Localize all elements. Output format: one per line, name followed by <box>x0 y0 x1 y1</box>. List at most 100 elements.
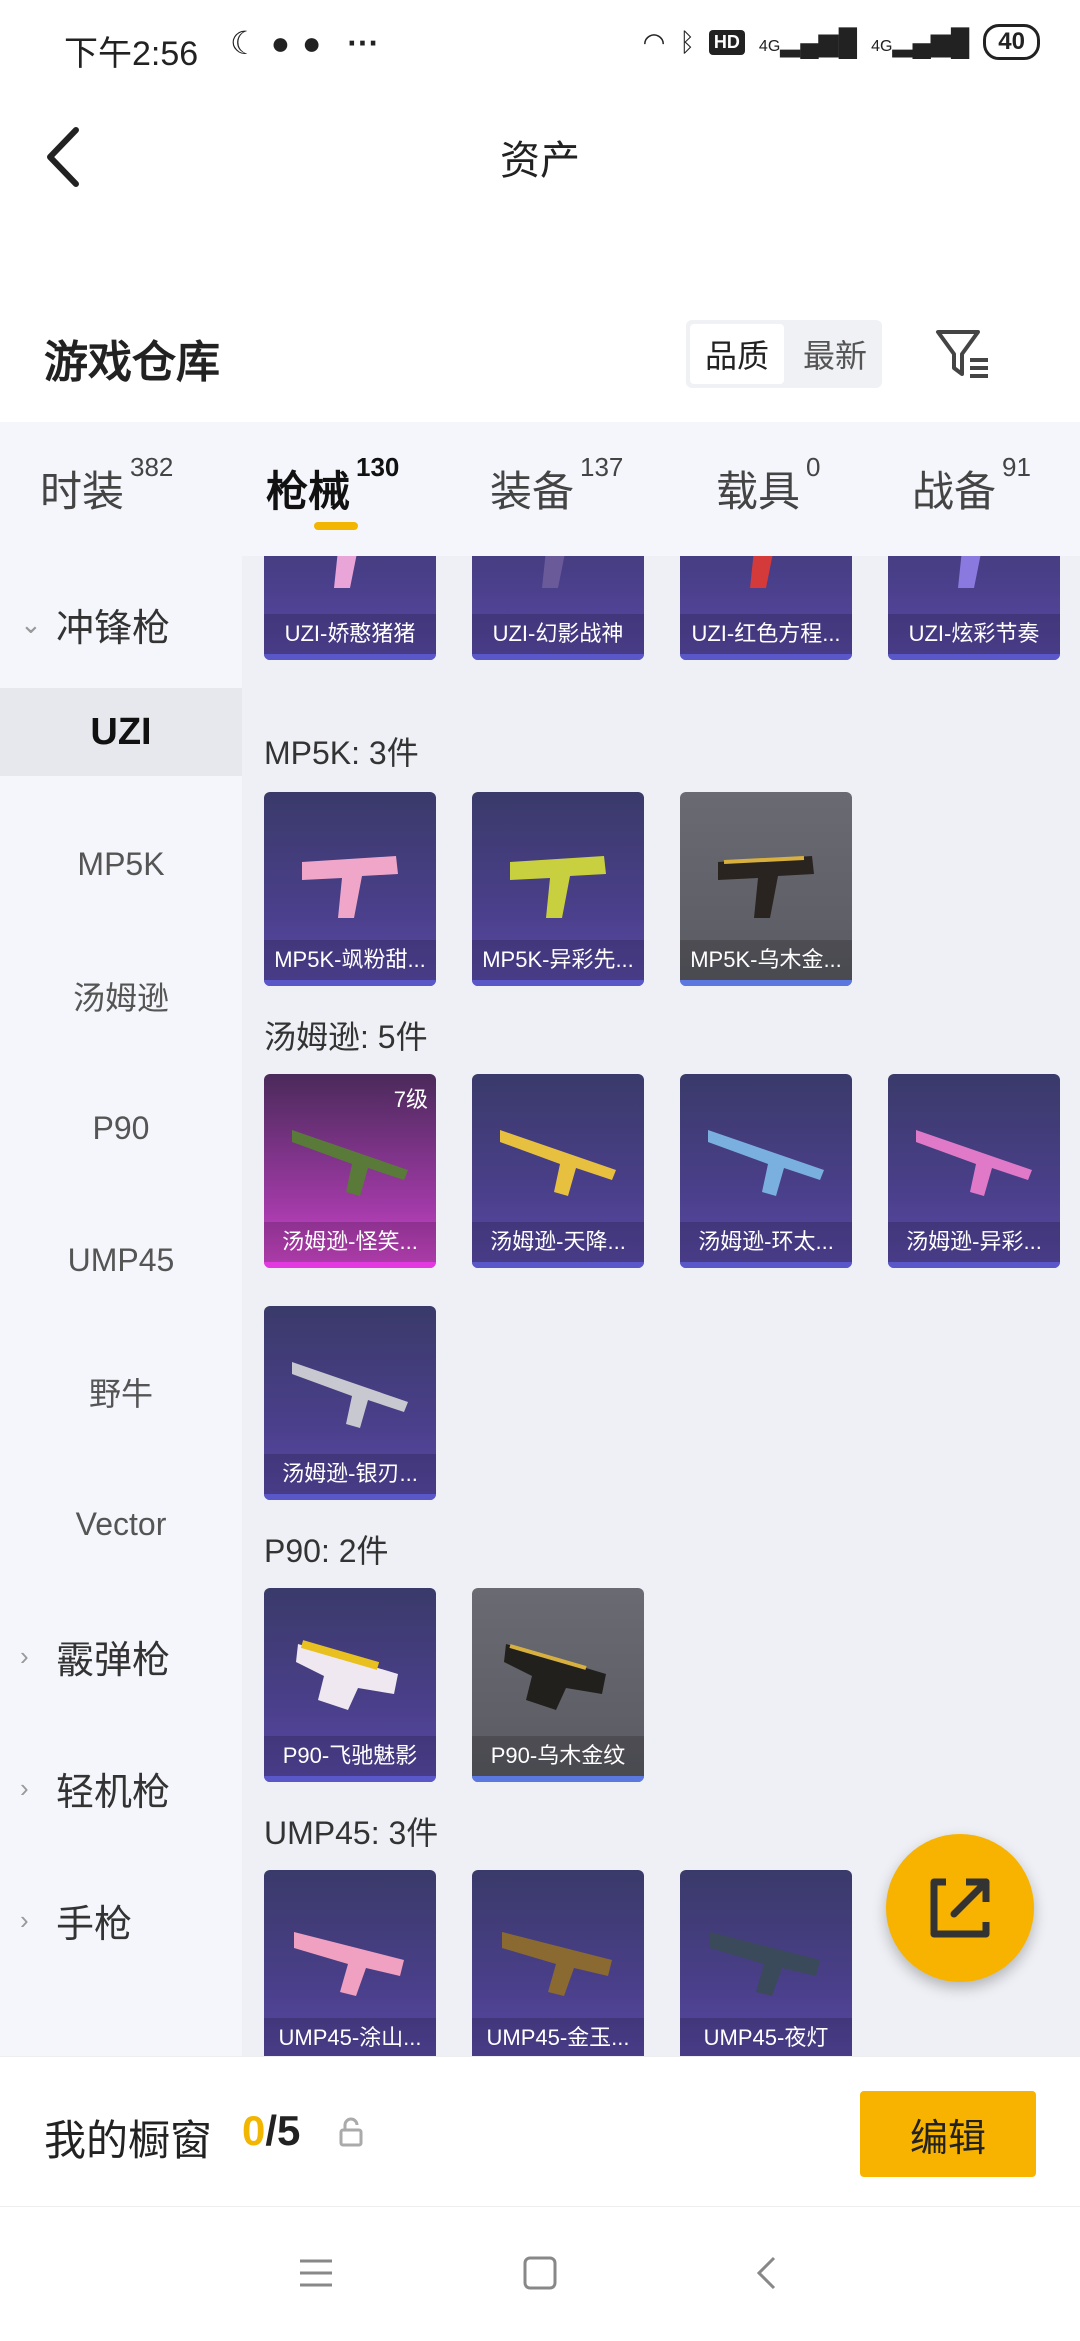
tab-fashion[interactable]: 时装382 <box>40 452 173 519</box>
showcase-label: 我的橱窗 <box>44 2117 213 2164</box>
smg-icon <box>718 856 814 918</box>
sidebar-item-mp5k[interactable]: MP5K <box>0 820 242 908</box>
sidebar-group-smg[interactable]: ⌄ 冲锋枪 <box>0 580 242 668</box>
group-label-thompson: 汤姆逊: 5件 <box>264 1019 428 1055</box>
share-fab-button[interactable] <box>886 1834 1034 1982</box>
item-name: P90-乌木金纹 <box>472 1736 644 1776</box>
showcase-count: 0/5 <box>242 2107 301 2154</box>
item-name: UMP45-涂山... <box>264 2018 436 2056</box>
item-name: UZI-幻影战神 <box>472 614 644 654</box>
item-name: UZI-红色方程... <box>680 614 852 654</box>
item-card[interactable]: P90-飞驰魅影 <box>264 1588 436 1782</box>
system-nav-bar <box>0 2206 1080 2341</box>
app-header: 资产 <box>0 90 1080 220</box>
weapon-category-sidebar: ⌄ 冲锋枪 UZI MP5K 汤姆逊 P90 UMP45 野牛 Vector › 霰… <box>0 556 242 2056</box>
external-link-icon <box>930 1878 990 1938</box>
sort-option-newest[interactable]: 最新 <box>788 320 882 388</box>
tab-vehicles[interactable]: 载具0 <box>716 452 820 519</box>
signal-icon-2: 4G▂▄▆█ <box>871 26 970 57</box>
qq-icon: ● <box>270 24 291 61</box>
item-card[interactable]: 汤姆逊-天降... <box>472 1074 644 1268</box>
smg-icon <box>294 1932 404 1996</box>
hd-icon: HD <box>708 29 745 55</box>
rarity-bar <box>472 980 644 986</box>
filter-icon[interactable] <box>932 324 992 384</box>
item-name: MP5K-乌木金... <box>680 940 852 980</box>
sidebar-item-vector[interactable]: Vector <box>0 1480 242 1568</box>
sidebar-group-shotgun[interactable]: › 霰弹枪 <box>0 1612 242 1700</box>
rifle-icon <box>292 1362 408 1428</box>
group-label-ump45: UMP45: 3件 <box>264 1815 439 1851</box>
group-label-p90: P90: 2件 <box>264 1533 389 1569</box>
item-card[interactable]: MP5K-乌木金... <box>680 792 852 986</box>
home-icon[interactable] <box>522 2255 558 2291</box>
item-name: 汤姆逊-银刃... <box>264 1454 436 1494</box>
showcase-bar: 我的橱窗 0/5 编辑 <box>0 2056 1080 2207</box>
status-bar: 下午2:56 ☾ ● ● ··· ◠ ᛒ HD 4G▂▄▆█ 4G▂▄▆█ 40 <box>0 0 1080 90</box>
sidebar-item-thompson[interactable]: 汤姆逊 <box>0 952 242 1040</box>
sidebar-item-bizon[interactable]: 野牛 <box>0 1348 242 1436</box>
tab-equipment[interactable]: 装备137 <box>490 452 623 519</box>
rarity-bar <box>472 1262 644 1268</box>
category-tabs: 时装382 枪械130 装备137 载具0 战备91 <box>0 422 1080 556</box>
item-card[interactable]: UZI-炫彩节奏 <box>888 556 1060 660</box>
tab-firearms[interactable]: 枪械130 <box>266 452 399 519</box>
edit-button[interactable]: 编辑 <box>860 2091 1036 2177</box>
page-title: 资产 <box>500 139 580 183</box>
lock-icon <box>339 2117 363 2147</box>
item-card[interactable]: MP5K-飒粉甜... <box>264 792 436 986</box>
smg-icon <box>542 556 565 588</box>
p90-icon <box>504 1644 606 1710</box>
item-name: MP5K-异彩先... <box>472 940 644 980</box>
item-card[interactable]: UMP45-夜灯 <box>680 1870 852 2056</box>
item-card[interactable]: MP5K-异彩先... <box>472 792 644 986</box>
item-card[interactable]: P90-乌木金纹 <box>472 1588 644 1782</box>
p90-icon <box>296 1640 398 1710</box>
sidebar-group-lmg[interactable]: › 轻机枪 <box>0 1744 242 1832</box>
tab-supplies[interactable]: 战备91 <box>912 452 1031 519</box>
rarity-bar <box>680 654 852 660</box>
wifi-icon: ◠ <box>642 26 666 57</box>
smg-icon <box>502 1932 612 1996</box>
section-title: 游戏仓库 <box>44 338 220 387</box>
item-name: UMP45-金玉... <box>472 2018 644 2056</box>
item-card[interactable]: UZI-红色方程... <box>680 556 852 660</box>
smg-icon <box>958 556 981 588</box>
sidebar-group-pistol[interactable]: › 手枪 <box>0 1876 242 1964</box>
item-card[interactable]: UMP45-涂山... <box>264 1870 436 2056</box>
rarity-bar <box>888 654 1060 660</box>
rarity-bar <box>264 980 436 986</box>
item-card[interactable]: UMP45-金玉... <box>472 1870 644 2056</box>
rarity-bar <box>264 654 436 660</box>
smg-icon <box>334 556 357 588</box>
item-card[interactable]: UZI-幻影战神 <box>472 556 644 660</box>
sidebar-item-ump45[interactable]: UMP45 <box>0 1216 242 1304</box>
menu-icon[interactable] <box>298 2257 334 2289</box>
item-name: 汤姆逊-怪笑... <box>264 1222 436 1262</box>
sort-toggle: 品质 最新 <box>686 320 882 388</box>
sort-option-quality[interactable]: 品质 <box>690 324 784 384</box>
sidebar-item-uzi[interactable]: UZI <box>0 688 242 776</box>
item-card[interactable]: UZI-娇憨猪猪 <box>264 556 436 660</box>
item-card[interactable]: 汤姆逊-异彩... <box>888 1074 1060 1268</box>
item-name: UZI-炫彩节奏 <box>888 614 1060 654</box>
rifle-icon <box>708 1130 824 1196</box>
item-card[interactable]: 汤姆逊-环太... <box>680 1074 852 1268</box>
item-name: 汤姆逊-天降... <box>472 1222 644 1262</box>
item-name: MP5K-飒粉甜... <box>264 940 436 980</box>
item-name: 汤姆逊-异彩... <box>888 1222 1060 1262</box>
active-tab-indicator <box>314 522 358 530</box>
bluetooth-icon: ᛒ <box>679 26 695 57</box>
nav-back-icon[interactable] <box>754 2255 778 2291</box>
item-name: UZI-娇憨猪猪 <box>264 614 436 654</box>
rarity-bar <box>680 1262 852 1268</box>
sidebar-item-p90[interactable]: P90 <box>0 1084 242 1172</box>
item-card[interactable]: 7级 汤姆逊-怪笑... <box>264 1074 436 1268</box>
rarity-bar <box>888 1262 1060 1268</box>
item-card[interactable]: 汤姆逊-银刃... <box>264 1306 436 1500</box>
item-name: P90-飞驰魅影 <box>264 1736 436 1776</box>
chevron-right-icon: › <box>20 1904 29 1935</box>
qq-icon-2: ● <box>302 24 322 61</box>
battery-icon: 40 <box>983 24 1040 60</box>
rarity-bar <box>264 1494 436 1500</box>
